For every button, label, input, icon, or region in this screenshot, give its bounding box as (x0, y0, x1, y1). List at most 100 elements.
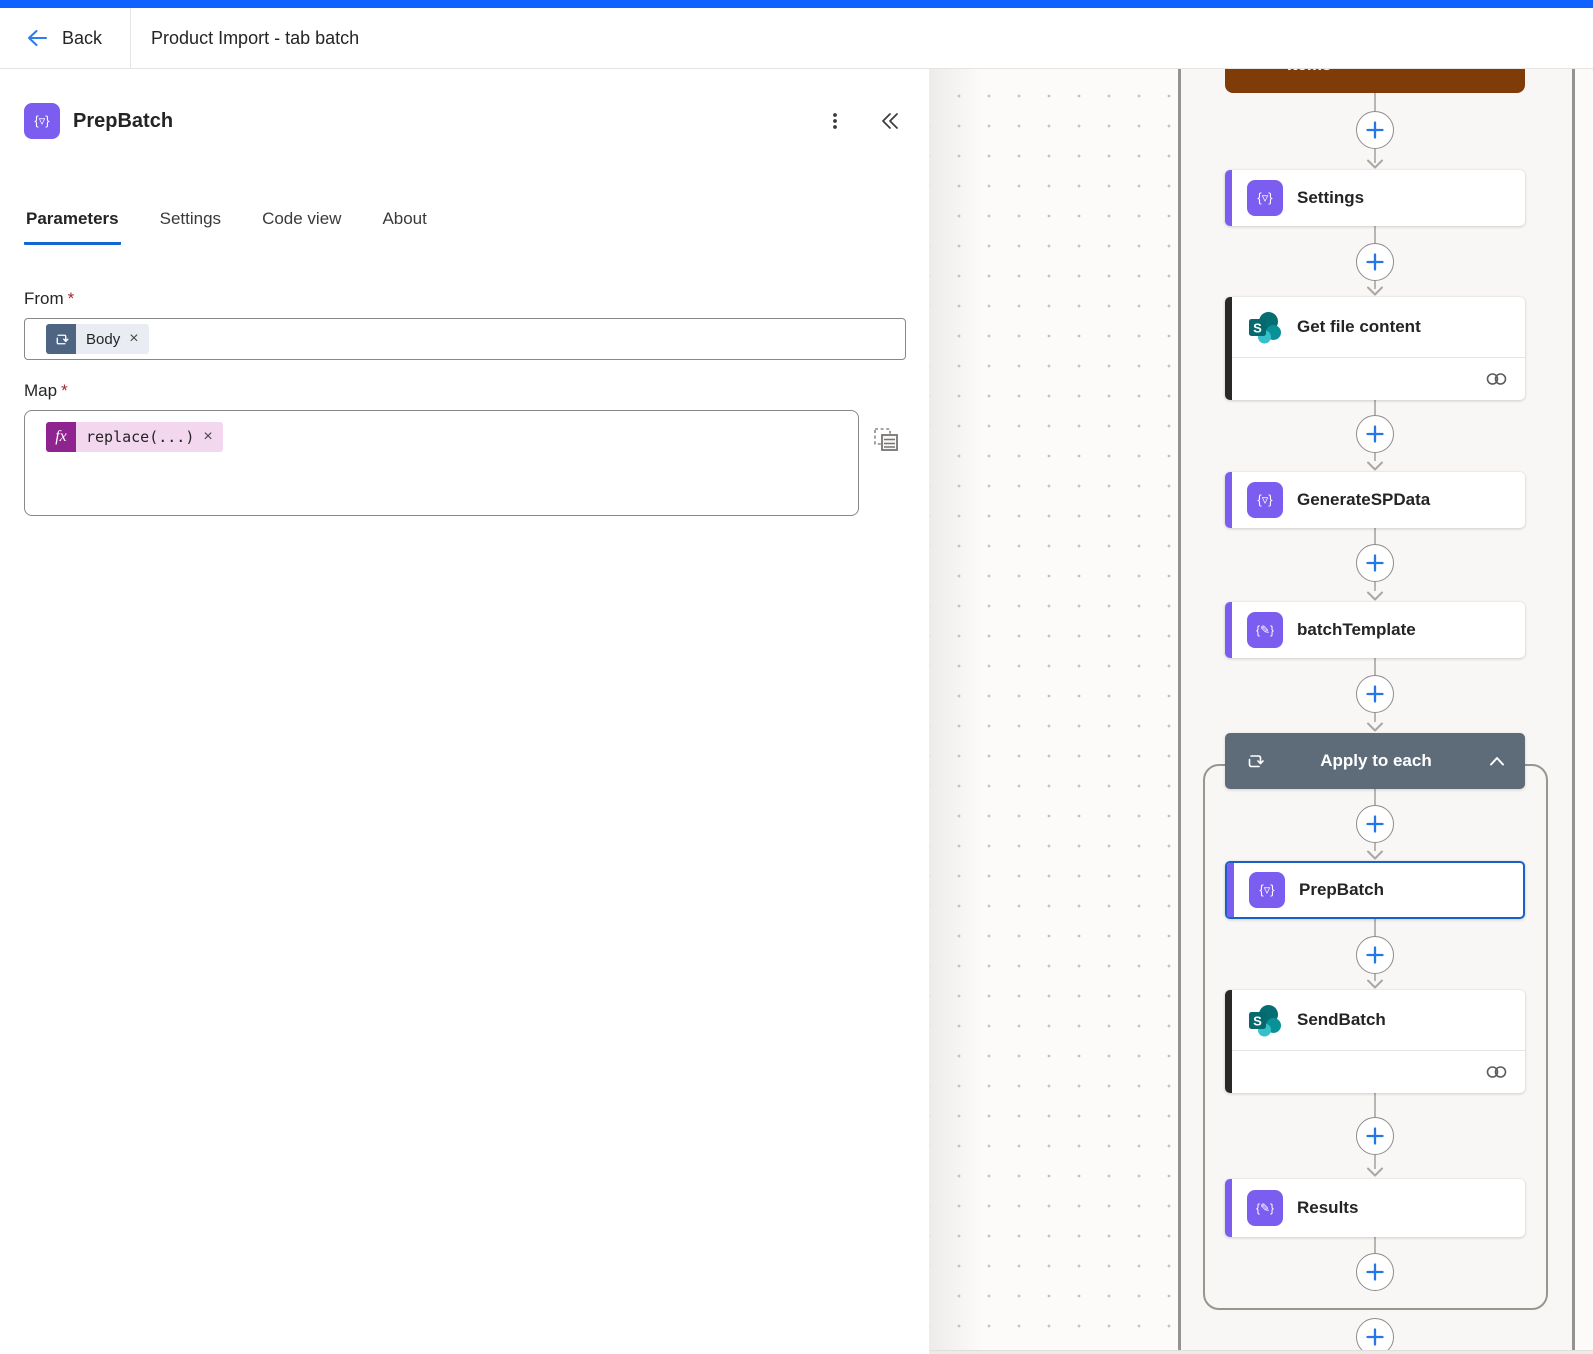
node-apply-to-each[interactable]: Apply to each (1225, 733, 1525, 789)
insert-action-button[interactable] (1356, 1253, 1394, 1291)
node-label: Apply to each (1265, 751, 1487, 771)
select-action-icon (24, 103, 60, 139)
compose-action-icon (1247, 612, 1283, 648)
accent-bar (1225, 297, 1232, 400)
node-settings[interactable]: Settings (1225, 170, 1525, 226)
flow-canvas[interactable]: Items Settings S Get file content (930, 69, 1593, 1354)
select-action-icon (1249, 872, 1285, 908)
chevron-up-icon (1489, 756, 1505, 766)
accent-bar (1225, 1179, 1232, 1237)
panel-header: PrepBatch (24, 103, 905, 139)
connector-line (1374, 93, 1376, 113)
sharepoint-icon: S (1247, 1002, 1283, 1038)
insert-action-button[interactable] (1356, 415, 1394, 453)
node-label: GenerateSPData (1297, 490, 1430, 510)
back-label: Back (62, 28, 102, 49)
action-config-panel: PrepBatch Parameters Settings Code view … (0, 69, 930, 1354)
loop-icon (1245, 751, 1265, 771)
from-field: From* Body × (24, 289, 905, 360)
node-get-file-content[interactable]: S Get file content (1225, 297, 1525, 400)
connection-row (1225, 1050, 1525, 1093)
connector-arrow (1366, 850, 1384, 861)
action-title: PrepBatch (73, 110, 173, 133)
insert-action-button[interactable] (1356, 544, 1394, 582)
connector-arrow (1366, 159, 1384, 170)
node-label: Settings (1297, 188, 1364, 208)
token-label: Body (86, 331, 120, 348)
node-prep-batch[interactable]: PrepBatch (1225, 861, 1525, 919)
tab-code-view[interactable]: Code view (260, 209, 343, 245)
map-input[interactable]: fx replace(...) × (24, 410, 859, 516)
node-generate-spdata[interactable]: GenerateSPData (1225, 472, 1525, 528)
switch-to-table-mode-button[interactable] (871, 424, 901, 457)
required-asterisk: * (68, 289, 75, 308)
collapse-panel-button[interactable] (873, 105, 905, 137)
expression-text: replace(...) (86, 428, 194, 446)
map-field-label: Map* (24, 381, 905, 401)
panel-tabs: Parameters Settings Code view About (24, 209, 905, 245)
connector-line (1374, 713, 1376, 722)
body-token-chip[interactable]: Body × (46, 324, 149, 354)
back-arrow-icon (24, 26, 50, 50)
sharepoint-icon: S (1247, 309, 1283, 345)
node-label: Get file content (1297, 317, 1421, 337)
connector-arrow (1366, 286, 1384, 297)
node-label: Results (1297, 1198, 1358, 1218)
remove-token-button[interactable]: × (129, 331, 138, 347)
connection-row (1225, 357, 1525, 400)
tab-about[interactable]: About (380, 209, 428, 245)
connection-link-icon (1485, 1064, 1509, 1080)
flow-title-bar: Back Product Import - tab batch (0, 8, 1593, 69)
insert-action-button[interactable] (1356, 243, 1394, 281)
required-asterisk: * (61, 381, 68, 400)
insert-action-button[interactable] (1356, 936, 1394, 974)
app-accent-strip (0, 0, 1593, 8)
map-field: Map* fx replace(...) × (24, 381, 905, 516)
canvas-bottom-scrollbar-track[interactable] (930, 1350, 1593, 1354)
apply-to-each-icon (46, 324, 76, 354)
select-action-icon (1247, 482, 1283, 518)
connector-arrow (1366, 722, 1384, 733)
compose-action-icon (1247, 1190, 1283, 1226)
svg-text:S: S (1253, 1014, 1262, 1029)
node-items[interactable]: Items (1225, 69, 1525, 93)
node-send-batch[interactable]: S SendBatch (1225, 990, 1525, 1093)
connector-line (1374, 582, 1376, 591)
svg-text:S: S (1253, 321, 1262, 336)
node-results[interactable]: Results (1225, 1179, 1525, 1237)
node-label: PrepBatch (1299, 880, 1384, 900)
from-field-label: From* (24, 289, 905, 309)
insert-action-button[interactable] (1356, 805, 1394, 843)
tab-parameters[interactable]: Parameters (24, 209, 121, 245)
insert-action-button[interactable] (1356, 111, 1394, 149)
remove-expression-button[interactable]: × (203, 429, 212, 445)
node-label: Items (1287, 69, 1331, 75)
accent-bar (1225, 472, 1232, 528)
connector-line (1374, 1093, 1376, 1119)
expression-token-chip[interactable]: fx replace(...) × (46, 422, 223, 452)
fx-icon: fx (46, 422, 76, 452)
accent-bar (1227, 863, 1234, 917)
connector-arrow (1366, 461, 1384, 472)
from-input[interactable]: Body × (24, 318, 906, 360)
node-label: batchTemplate (1297, 620, 1416, 640)
insert-action-button[interactable] (1356, 1117, 1394, 1155)
canvas-dotted-gutter-left (930, 69, 1178, 1354)
table-mode-icon (871, 424, 901, 454)
node-batch-template[interactable]: batchTemplate (1225, 602, 1525, 658)
insert-action-button[interactable] (1356, 1318, 1394, 1354)
ellipsis-icon (826, 111, 844, 131)
accent-bar (1225, 170, 1232, 226)
accent-bar (1225, 602, 1232, 658)
double-chevron-left-icon (878, 110, 900, 132)
more-options-button[interactable] (819, 105, 851, 137)
canvas-dotted-gutter-right (1575, 69, 1593, 1354)
accent-bar (1225, 990, 1232, 1093)
tab-settings[interactable]: Settings (158, 209, 223, 245)
select-action-icon (1247, 180, 1283, 216)
connector-arrow (1366, 979, 1384, 990)
collapse-loop-button[interactable] (1487, 754, 1507, 768)
back-button[interactable]: Back (0, 8, 130, 68)
connector-arrow (1366, 591, 1384, 602)
insert-action-button[interactable] (1356, 675, 1394, 713)
